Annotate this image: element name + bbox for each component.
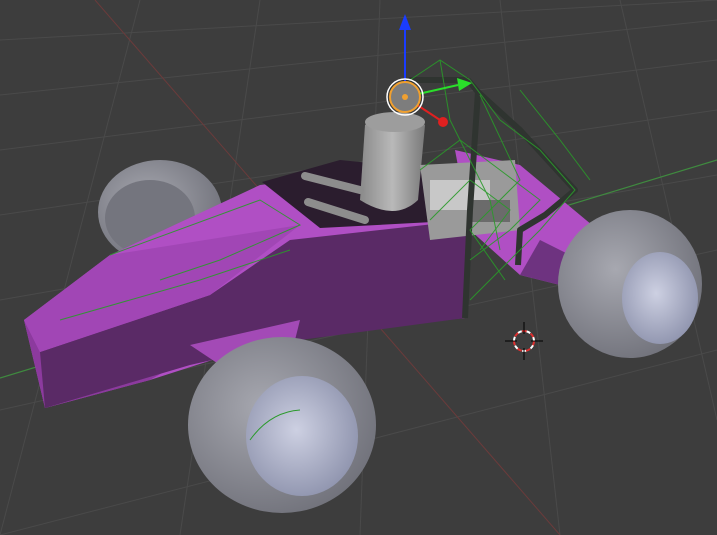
front-right-wheel[interactable]: [188, 337, 376, 513]
3d-viewport[interactable]: [0, 0, 717, 535]
transform-gizmo[interactable]: [386, 14, 472, 127]
seat[interactable]: [360, 112, 425, 211]
gizmo-x-handle: [438, 117, 448, 127]
gizmo-z-arrow: [399, 14, 411, 30]
origin-dot: [402, 94, 408, 100]
rear-right-wheel[interactable]: [558, 210, 702, 358]
3d-cursor-icon: [505, 322, 543, 360]
